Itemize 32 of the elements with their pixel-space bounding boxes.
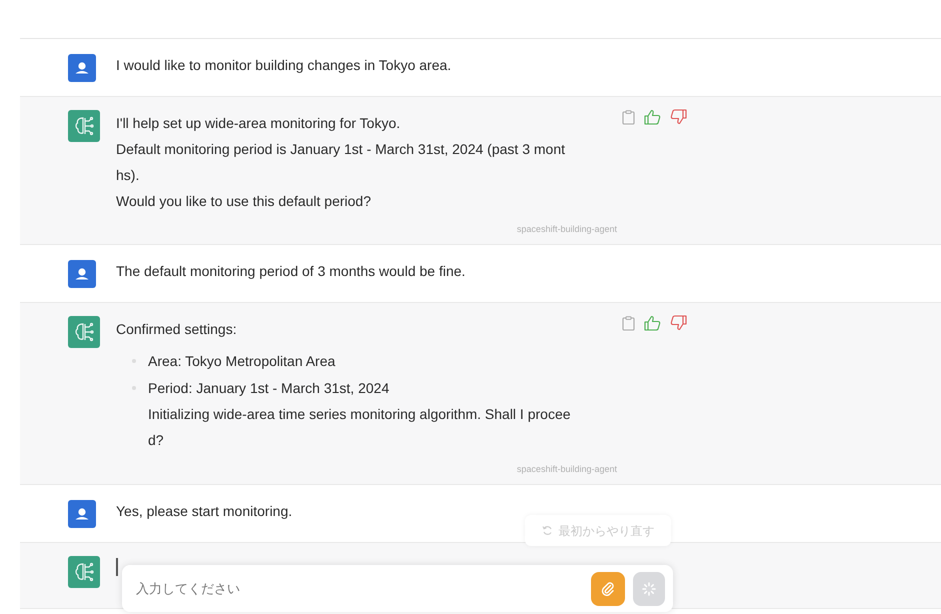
refresh-icon bbox=[542, 525, 552, 536]
message-text: Would you like to use this default period? bbox=[116, 192, 372, 211]
message-text: The default monitoring period of 3 months would be fine. bbox=[116, 262, 466, 281]
attach-button[interactable] bbox=[591, 572, 625, 606]
message-text: I'll help set up wide-area monitoring for Tokyo. bbox=[116, 114, 402, 133]
agent-label: spaceshift-building-agent bbox=[516, 462, 617, 476]
thumbs-up-icon[interactable] bbox=[644, 315, 661, 331]
user-avatar-icon bbox=[68, 500, 96, 528]
message-text: Default monitoring period is January 1st - March 31st, 2024 (past 3 mont bbox=[116, 140, 566, 159]
list-item-text: d? bbox=[148, 431, 165, 450]
agent-label: spaceshift-building-agent bbox=[516, 222, 617, 236]
bot-avatar-icon bbox=[68, 556, 100, 588]
input-text: 入力してください bbox=[136, 578, 591, 598]
thumbs-down-icon[interactable] bbox=[670, 109, 687, 125]
bot-avatar-icon bbox=[68, 110, 100, 142]
list-item-text: Period: January 1st - March 31st, 2024 bbox=[148, 379, 390, 398]
bot-avatar-icon bbox=[68, 316, 100, 348]
paperclip-icon bbox=[600, 580, 616, 596]
list-item-text: Area: Tokyo Metropolitan Area bbox=[148, 352, 336, 371]
message-text: hs). bbox=[116, 166, 140, 185]
thumbs-up-icon[interactable] bbox=[644, 109, 661, 125]
message-input[interactable]: 入力してください bbox=[122, 565, 673, 612]
user-avatar-icon bbox=[68, 260, 96, 288]
thumbs-down-icon[interactable] bbox=[670, 315, 687, 331]
message-text: Confirmed settings: bbox=[116, 320, 238, 339]
copy-icon[interactable] bbox=[622, 316, 635, 330]
copy-icon[interactable] bbox=[622, 110, 635, 124]
message-text: Yes, please start monitoring. bbox=[116, 502, 294, 521]
user-avatar-icon bbox=[68, 54, 96, 82]
message-text: I would like to monitor building changes in Tokyo area. bbox=[116, 56, 452, 75]
list-item-text: Initializing wide-area time series monitoring algorithm. Shall I procee bbox=[148, 405, 571, 424]
spinner-icon bbox=[642, 582, 656, 596]
